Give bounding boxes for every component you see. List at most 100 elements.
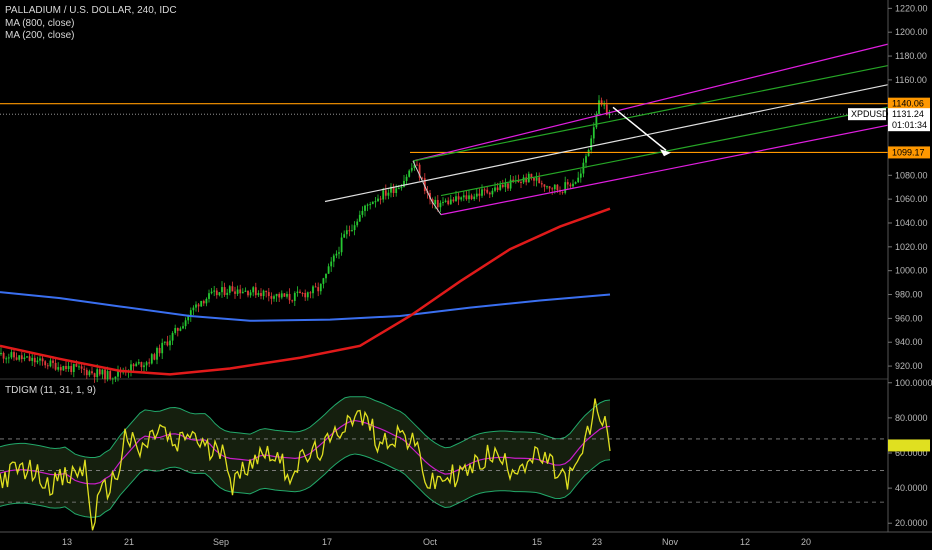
candle-body bbox=[312, 286, 314, 294]
candle-body bbox=[143, 365, 145, 368]
ma800-legend[interactable]: MA (800, close) bbox=[5, 18, 74, 30]
candle-body bbox=[0, 352, 2, 355]
channel-inner-upper-line bbox=[412, 64, 889, 162]
candle-body bbox=[499, 184, 502, 190]
time-tick-label: 17 bbox=[322, 537, 332, 547]
candle-body bbox=[176, 328, 179, 331]
candle-body bbox=[592, 127, 595, 139]
candle-body bbox=[293, 292, 296, 301]
candle-body bbox=[387, 192, 390, 196]
candle-body bbox=[231, 286, 234, 292]
candle-body bbox=[325, 273, 327, 279]
price-axis[interactable]: 920.00 940.00 960.00 980.00 1000.00 1020.00 10… bbox=[887, 0, 932, 532]
price-tick-label: 1180.00 bbox=[895, 51, 927, 61]
lower-level-tag-text: 1099.17 bbox=[892, 147, 925, 157]
candle-body bbox=[137, 362, 140, 364]
candle-body bbox=[44, 361, 47, 366]
candle-body bbox=[369, 204, 372, 206]
candle-body bbox=[75, 364, 78, 367]
candle-body bbox=[5, 358, 8, 360]
candle-body bbox=[439, 202, 442, 208]
candle-body bbox=[278, 293, 281, 298]
candle-body bbox=[88, 371, 91, 376]
symbol-title[interactable]: PALLADIUM / U.S. DOLLAR, 240, IDC bbox=[5, 5, 177, 17]
candle-body bbox=[309, 292, 312, 294]
candle-body bbox=[275, 293, 278, 297]
price-tick-label: 1040.00 bbox=[895, 218, 928, 228]
price-tick-label: 1020.00 bbox=[895, 242, 928, 252]
candle-body bbox=[377, 198, 379, 202]
candle-body bbox=[533, 177, 535, 181]
candle-body bbox=[223, 287, 226, 295]
time-tick-label: Oct bbox=[423, 537, 438, 547]
candle-body bbox=[252, 287, 255, 293]
candle-body bbox=[483, 189, 486, 191]
candle-body bbox=[241, 291, 244, 294]
candle-body bbox=[179, 328, 182, 331]
candle-body bbox=[249, 292, 252, 296]
candle-body bbox=[577, 177, 580, 183]
price-tick-label: 920.00 bbox=[895, 361, 923, 371]
candle-body bbox=[572, 183, 574, 187]
candle-body bbox=[504, 183, 507, 188]
candle-body bbox=[226, 292, 229, 295]
candle-body bbox=[371, 201, 374, 205]
candle-body bbox=[200, 300, 203, 307]
candle-body bbox=[351, 230, 353, 232]
candle-body bbox=[540, 183, 543, 185]
chart-canvas[interactable]: 920.00 940.00 960.00 980.00 1000.00 1020.00 10… bbox=[0, 0, 932, 550]
candle-body bbox=[218, 292, 221, 296]
price-tick-label: 1220.00 bbox=[895, 3, 928, 13]
candle-body bbox=[488, 192, 491, 195]
candle-body bbox=[566, 182, 569, 185]
candle-body bbox=[340, 237, 343, 253]
indicator-legend[interactable]: TDIGM (11, 31, 1, 9) bbox=[5, 385, 96, 397]
candle-body bbox=[91, 371, 93, 374]
time-axis[interactable]: 13 21 Sep 17 Oct 15 23 Nov 12 20 bbox=[0, 531, 932, 547]
candle-body bbox=[221, 287, 223, 293]
candle-body bbox=[78, 366, 80, 368]
candle-body bbox=[319, 283, 322, 292]
candle-body bbox=[83, 368, 86, 370]
candle-body bbox=[150, 354, 153, 364]
candle-body bbox=[111, 378, 114, 380]
candle-body bbox=[361, 210, 364, 215]
candle-body bbox=[184, 320, 187, 327]
candle-body bbox=[301, 292, 304, 294]
candle-body bbox=[548, 186, 551, 189]
ma200-legend[interactable]: MA (200, close) bbox=[5, 30, 74, 42]
indicator-tick-label: 20.0000 bbox=[895, 518, 928, 528]
time-tick-label: 21 bbox=[124, 537, 134, 547]
candle-body bbox=[65, 365, 67, 370]
candle-body bbox=[306, 292, 309, 298]
price-tick-label: 1060.00 bbox=[895, 194, 928, 204]
candle-body bbox=[491, 190, 494, 195]
candle-body bbox=[267, 292, 270, 297]
candle-body bbox=[10, 352, 13, 358]
candle-body bbox=[543, 184, 546, 187]
price-panel[interactable] bbox=[0, 43, 889, 385]
candle-body bbox=[166, 341, 169, 346]
candle-body bbox=[384, 190, 387, 196]
candle-body bbox=[455, 196, 457, 202]
candle-body bbox=[434, 199, 437, 205]
candle-body bbox=[46, 365, 49, 367]
candle-body bbox=[356, 221, 359, 226]
candle-body bbox=[239, 289, 242, 294]
candle-body bbox=[496, 187, 499, 190]
candle-body bbox=[468, 195, 470, 200]
candle-body bbox=[330, 261, 333, 267]
candle-body bbox=[299, 291, 301, 293]
candle-body bbox=[473, 196, 476, 200]
candle-body bbox=[236, 289, 239, 294]
price-tick-label: 1000.00 bbox=[895, 266, 928, 276]
time-tick-label: 13 bbox=[62, 537, 72, 547]
indicator-panel[interactable] bbox=[0, 396, 888, 531]
candle-body bbox=[106, 371, 109, 380]
candle-body bbox=[465, 195, 468, 200]
candle-body bbox=[23, 357, 26, 360]
candle-body bbox=[153, 354, 156, 360]
candle-body bbox=[535, 177, 538, 181]
candle-body bbox=[98, 369, 101, 375]
candle-body bbox=[509, 179, 512, 189]
